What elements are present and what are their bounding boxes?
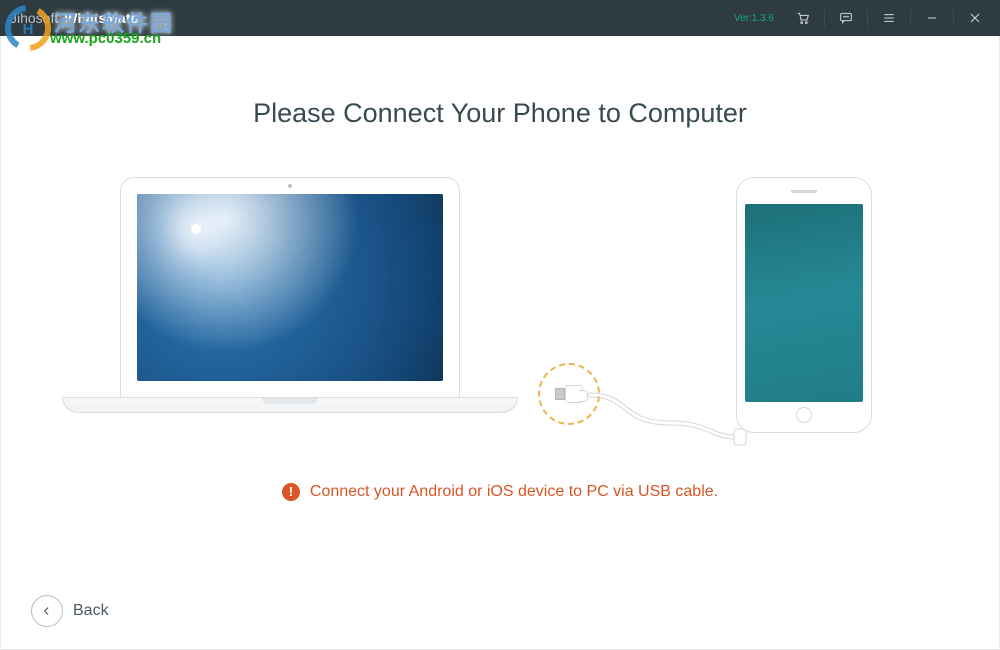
- titlebar: Jihosoft WhatsMate Ver:1.3.6: [0, 0, 1000, 36]
- feedback-button[interactable]: [827, 0, 865, 36]
- menu-button[interactable]: [870, 0, 908, 36]
- page-title: Please Connect Your Phone to Computer: [1, 98, 999, 129]
- back-button[interactable]: Back: [31, 595, 109, 627]
- divider: [910, 9, 911, 27]
- back-label: Back: [73, 602, 109, 620]
- app-brand: Jihosoft WhatsMate: [10, 10, 138, 26]
- laptop-base: [62, 397, 518, 413]
- divider: [824, 9, 825, 27]
- laptop-icon: [120, 177, 460, 397]
- hint-text: Connect your Android or iOS device to PC…: [310, 483, 718, 501]
- brand-name: WhatsMate: [64, 10, 138, 26]
- divider: [867, 9, 868, 27]
- cart-button[interactable]: [784, 0, 822, 36]
- back-arrow-icon: [31, 595, 63, 627]
- phone-icon: [736, 177, 872, 433]
- connection-illustration: [120, 177, 880, 447]
- phone-screen: [745, 204, 863, 402]
- content-area: Please Connect Your Phone to Computer !: [0, 36, 1000, 650]
- minimize-button[interactable]: [913, 0, 951, 36]
- divider: [953, 9, 954, 27]
- version-label: Ver:1.3.6: [734, 13, 774, 24]
- status-hint: ! Connect your Android or iOS device to …: [1, 483, 999, 501]
- brand-prefix: Jihosoft: [10, 10, 58, 26]
- usb-plug-icon: [555, 385, 583, 403]
- alert-icon: !: [282, 483, 300, 501]
- laptop-screen: [137, 194, 443, 381]
- close-button[interactable]: [956, 0, 994, 36]
- usb-cable-icon: [480, 373, 780, 453]
